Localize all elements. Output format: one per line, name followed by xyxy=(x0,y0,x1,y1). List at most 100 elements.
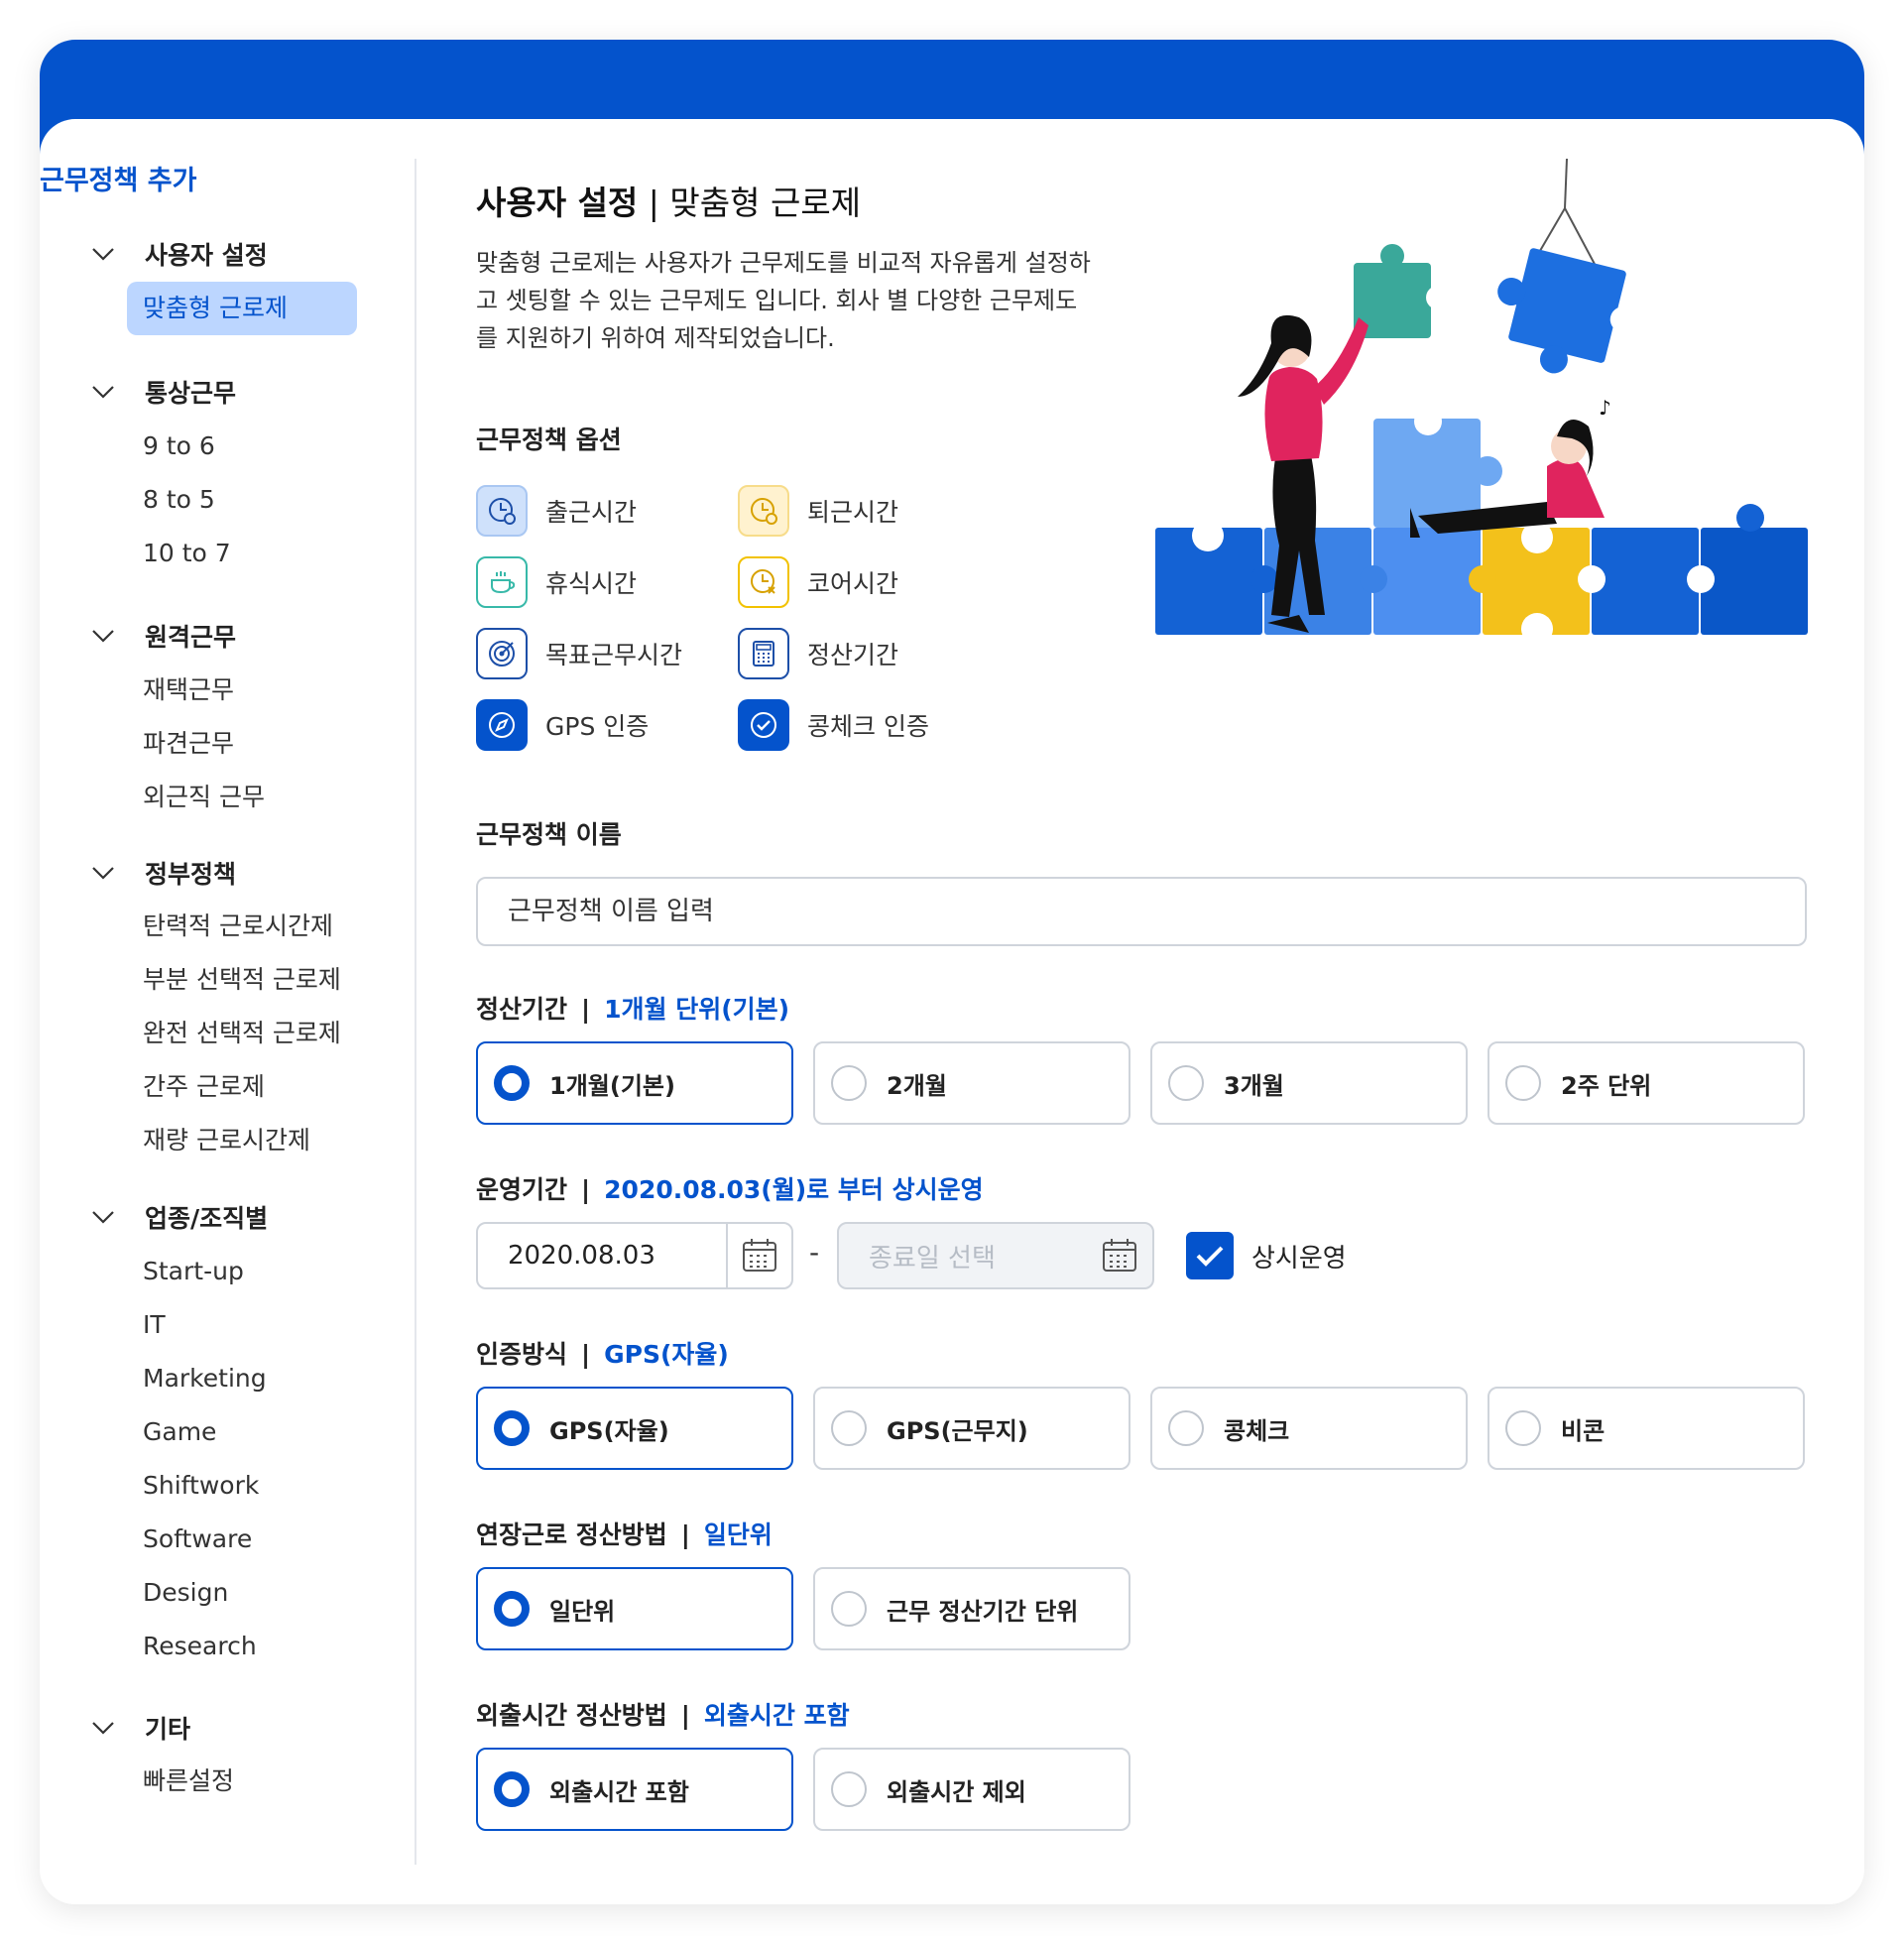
auth-label: 인증방식 | GPS(자율) xyxy=(476,1335,729,1371)
radio-icon xyxy=(831,1591,867,1627)
calculator-icon xyxy=(738,628,789,679)
label-separator: | xyxy=(680,1701,690,1730)
option-label: 콩체크 인증 xyxy=(807,712,929,741)
radio-icon xyxy=(831,1771,867,1807)
nav-group-remote[interactable]: 원격근무 xyxy=(87,616,236,656)
sidebar-title: 근무정책 추가 xyxy=(40,166,197,196)
nav-group-label: 통상근무 xyxy=(145,379,237,408)
sidebar-item[interactable]: 탄력적 근로시간제 xyxy=(143,907,333,946)
nav-group-etc[interactable]: 기타 xyxy=(87,1708,190,1748)
radio-icon xyxy=(1168,1410,1204,1446)
nav-group-label: 기타 xyxy=(145,1715,191,1744)
sidebar-item[interactable]: 부분 선택적 근로제 xyxy=(143,960,341,1000)
sidebar-item[interactable]: 재택근무 xyxy=(143,670,234,710)
always-operate-checkbox[interactable] xyxy=(1186,1232,1234,1279)
sidebar-item[interactable]: IT xyxy=(143,1305,166,1345)
option-label: 휴식시간 xyxy=(545,569,638,598)
label-separator: | xyxy=(581,1175,591,1204)
sidebar-item[interactable]: 완전 선택적 근로제 xyxy=(143,1014,341,1053)
nav-group-label: 업종/조직별 xyxy=(145,1204,269,1233)
sidebar-item[interactable]: 9 to 6 xyxy=(143,426,215,466)
sidebar-item[interactable]: Research xyxy=(143,1627,257,1666)
outing-option-exclude[interactable]: 외출시간 제외 xyxy=(813,1748,1130,1831)
settlement-option-3months[interactable]: 3개월 xyxy=(1150,1041,1468,1125)
option-clock-in: 출근시간 xyxy=(476,484,637,538)
start-date-field[interactable]: 2020.08.03 xyxy=(476,1222,793,1289)
overtime-label: 연장근로 정산방법 | 일단위 xyxy=(476,1516,773,1551)
label-separator: | xyxy=(680,1520,690,1549)
sidebar-item[interactable]: 10 to 7 xyxy=(143,534,231,573)
outing-label: 외출시간 정산방법 | 외출시간 포함 xyxy=(476,1696,850,1732)
start-date-value: 2020.08.03 xyxy=(508,1241,655,1271)
option-kongcheck-auth: 콩체크 인증 xyxy=(738,698,929,752)
sidebar-item[interactable]: Start-up xyxy=(143,1252,244,1291)
radio-icon xyxy=(1505,1065,1541,1101)
settlement-option-2weeks[interactable]: 2주 단위 xyxy=(1488,1041,1805,1125)
chevron-down-icon xyxy=(87,238,119,270)
sidebar-item[interactable]: Software xyxy=(143,1519,252,1559)
radio-icon xyxy=(1168,1065,1204,1101)
nav-group-label: 원격근무 xyxy=(145,623,237,652)
auth-label-text: 인증방식 xyxy=(476,1340,568,1369)
nav-group-gov-policy[interactable]: 정부정책 xyxy=(87,853,236,893)
clock-out-icon xyxy=(738,485,789,537)
sidebar-item[interactable]: 간주 근로제 xyxy=(143,1067,265,1107)
option-label: 정산기간 xyxy=(807,641,899,669)
compass-icon xyxy=(476,699,528,751)
sidebar-item[interactable]: Marketing xyxy=(143,1359,267,1398)
settlement-label-text: 정산기간 xyxy=(476,995,568,1024)
operation-value: 2020.08.03(월)로 부터 상시운영 xyxy=(604,1175,984,1204)
sidebar-item[interactable]: Design xyxy=(143,1573,228,1613)
nav-group-label: 사용자 설정 xyxy=(145,241,268,270)
chevron-down-icon xyxy=(87,1712,119,1744)
options-label: 근무정책 옵션 xyxy=(476,425,622,454)
option-label: 출근시간 xyxy=(545,498,638,527)
option-label: GPS 인증 xyxy=(545,712,650,741)
chevron-down-icon xyxy=(87,620,119,652)
sidebar-item[interactable]: 파견근무 xyxy=(143,724,234,764)
page-title-rest: 맞춤형 근로제 xyxy=(669,183,862,222)
overtime-option-period[interactable]: 근무 정산기간 단위 xyxy=(813,1567,1130,1650)
target-icon xyxy=(476,628,528,679)
nav-group-industry[interactable]: 업종/조직별 xyxy=(87,1197,268,1237)
calendar-icon[interactable] xyxy=(1087,1224,1152,1287)
nav-group-user-settings[interactable]: 사용자 설정 xyxy=(87,234,268,274)
radio-label: GPS(자율) xyxy=(549,1416,669,1445)
radio-label: 2개월 xyxy=(887,1071,947,1100)
auth-option-beacon[interactable]: 비콘 xyxy=(1488,1387,1805,1470)
auth-option-gps-free[interactable]: GPS(자율) xyxy=(476,1387,793,1470)
sidebar-item[interactable]: 외근직 근무 xyxy=(143,778,265,817)
outing-option-include[interactable]: 외출시간 포함 xyxy=(476,1748,793,1831)
policy-name-label: 근무정책 이름 xyxy=(476,820,622,849)
calendar-icon[interactable] xyxy=(726,1224,791,1287)
overtime-label-text: 연장근로 정산방법 xyxy=(476,1520,667,1549)
overtime-value: 일단위 xyxy=(703,1520,773,1549)
option-break: 휴식시간 xyxy=(476,555,637,609)
policy-name-input[interactable] xyxy=(476,877,1807,946)
chevron-down-icon xyxy=(87,857,119,889)
nav-group-regular[interactable]: 통상근무 xyxy=(87,372,236,412)
page-description: 맞춤형 근로제는 사용자가 근무제도를 비교적 자유롭게 설정하고 셋팅할 수 … xyxy=(476,249,1091,352)
page-title-strong: 사용자 설정 xyxy=(476,183,639,222)
overtime-option-daily[interactable]: 일단위 xyxy=(476,1567,793,1650)
coffee-cup-icon xyxy=(476,556,528,608)
checkmark-icon xyxy=(1196,1246,1224,1267)
auth-option-kongcheck[interactable]: 콩체크 xyxy=(1150,1387,1468,1470)
auth-option-gps-workplace[interactable]: GPS(근무지) xyxy=(813,1387,1130,1470)
operation-label-text: 운영기간 xyxy=(476,1175,568,1204)
sidebar-item[interactable]: Game xyxy=(143,1412,216,1452)
sidebar-item[interactable]: Shiftwork xyxy=(143,1466,259,1506)
sidebar-item[interactable]: 재량 근로시간제 xyxy=(143,1121,310,1160)
option-label: 목표근무시간 xyxy=(545,641,683,669)
svg-text:♪: ♪ xyxy=(1599,396,1611,420)
option-core-time: 코어시간 xyxy=(738,555,898,609)
end-date-field[interactable]: 종료일 선택 xyxy=(837,1222,1154,1289)
sidebar-item[interactable]: 8 to 5 xyxy=(143,480,215,520)
core-time-icon xyxy=(738,556,789,608)
option-target-hours: 목표근무시간 xyxy=(476,627,682,680)
sidebar-item[interactable]: 빠른설정 xyxy=(143,1762,234,1801)
settlement-option-1month[interactable]: 1개월(기본) xyxy=(476,1041,793,1125)
settlement-option-2months[interactable]: 2개월 xyxy=(813,1041,1130,1125)
sidebar-item-custom-work[interactable]: 맞춤형 근로제 xyxy=(127,282,357,335)
radio-label: 일단위 xyxy=(549,1597,616,1626)
